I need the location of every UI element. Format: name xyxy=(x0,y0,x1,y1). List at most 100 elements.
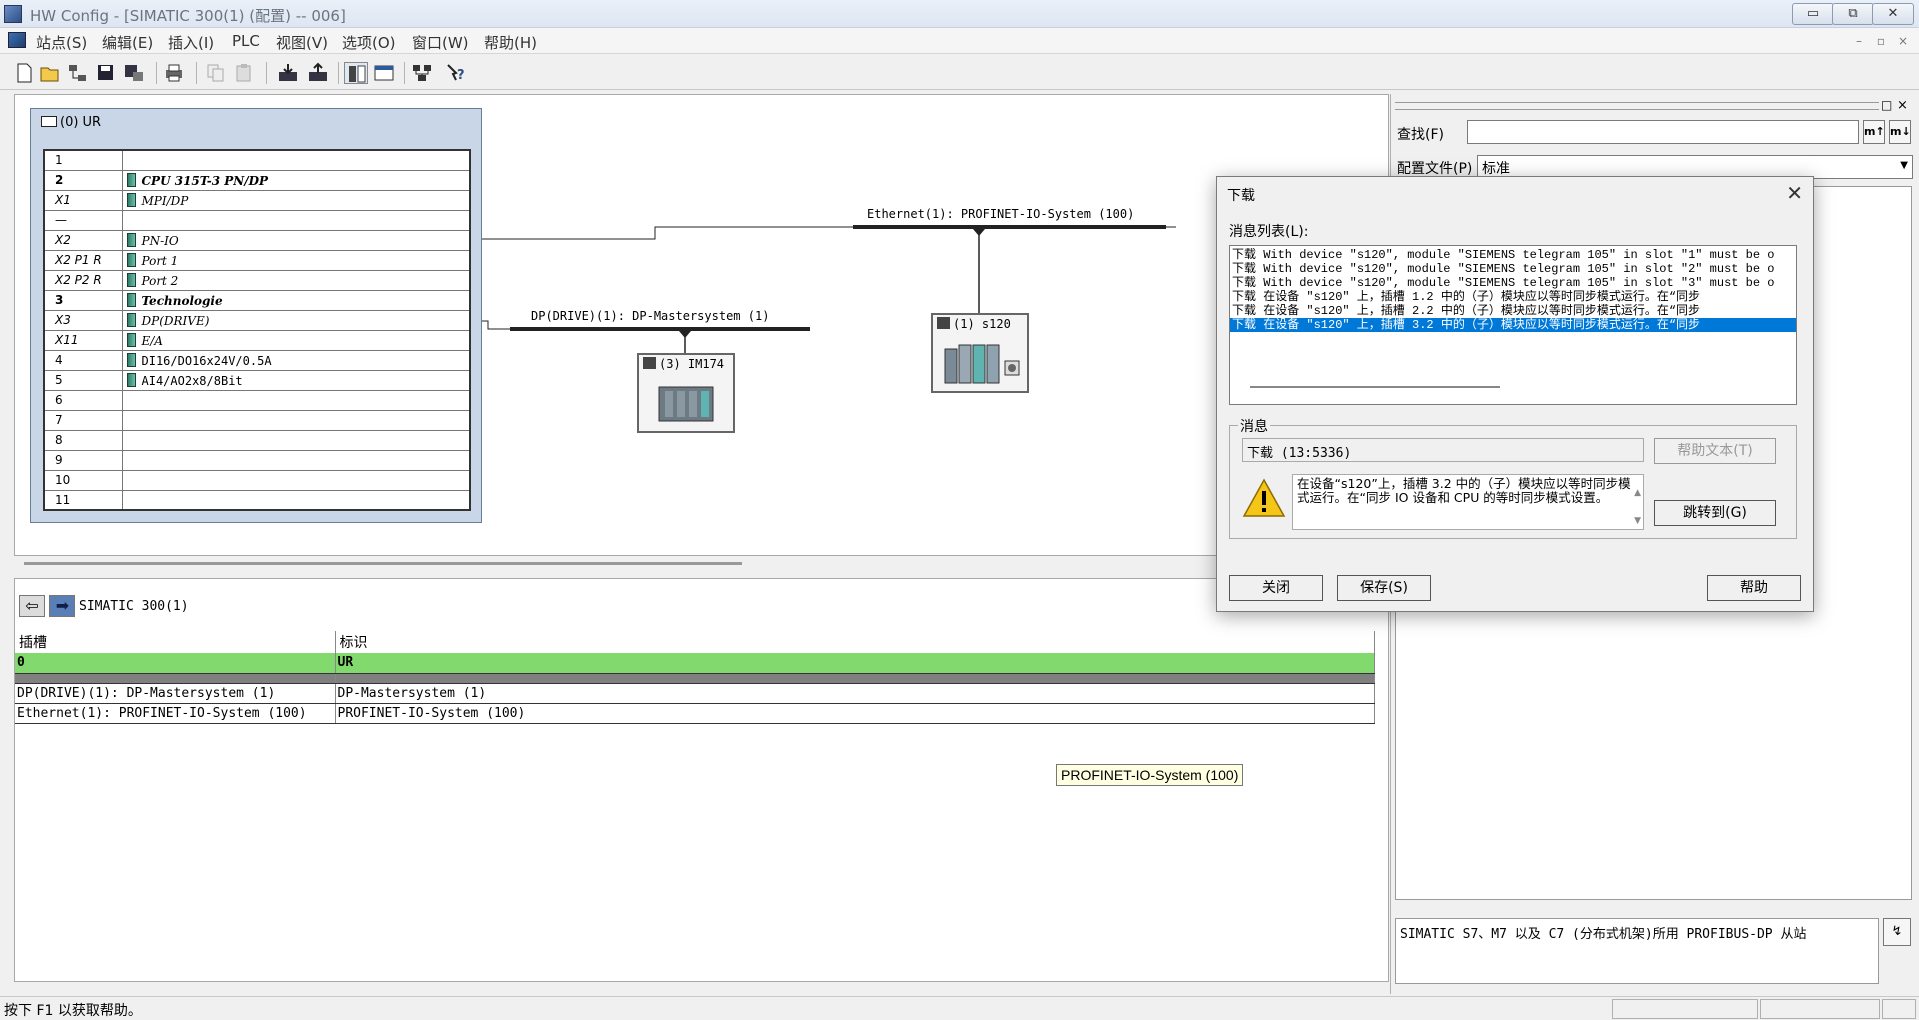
copy-icon[interactable] xyxy=(204,62,228,84)
rack-row[interactable]: X2 PN-IO xyxy=(44,230,470,251)
menu-options[interactable]: 选项(O) xyxy=(342,32,396,53)
rack-module[interactable]: Port 1 xyxy=(122,250,470,271)
station-view-scrollbar[interactable] xyxy=(24,562,742,565)
rack-row[interactable]: 3 Technologie xyxy=(44,290,470,311)
device-s120[interactable]: (1) s120 xyxy=(931,313,1029,393)
rack-module[interactable]: MPI/DP xyxy=(122,190,470,211)
close-button[interactable]: 关闭 xyxy=(1229,575,1323,601)
help-text-button[interactable]: 帮助文本(T) xyxy=(1654,438,1776,464)
menu-window[interactable]: 窗口(W) xyxy=(412,32,469,53)
rack-module[interactable] xyxy=(122,450,470,471)
save-button[interactable]: 保存(S) xyxy=(1337,575,1431,601)
open-icon[interactable] xyxy=(38,62,62,84)
close-window-button[interactable]: ✕ xyxy=(1872,3,1914,25)
list-item[interactable]: 下载 With device "s120", module "SIEMENS t… xyxy=(1230,276,1796,290)
rack-module[interactable] xyxy=(122,150,470,171)
menu-plc[interactable]: PLC xyxy=(232,32,260,50)
rack-module[interactable]: Port 2 xyxy=(122,270,470,291)
rack-row[interactable]: 7 xyxy=(44,410,470,431)
rack-module[interactable]: CPU 315T-3 PN/DP xyxy=(122,170,470,191)
find-input[interactable] xyxy=(1467,120,1859,144)
rack-row[interactable]: X1 MPI/DP xyxy=(44,190,470,211)
upload-icon[interactable] xyxy=(306,62,330,84)
menu-edit[interactable]: 编辑(E) xyxy=(102,32,153,53)
panel-grip[interactable] xyxy=(1395,102,1879,110)
rack-row[interactable]: 5 AI4/AO2x8/8Bit xyxy=(44,370,470,391)
rack-module[interactable]: E/A xyxy=(122,330,470,351)
help-icon[interactable]: ? xyxy=(444,62,468,84)
window-icon[interactable] xyxy=(372,62,396,84)
rack-ur[interactable]: (0) UR 1 2 CPU 315T-3 PN/DP X1 MPI/DP — X2 PN-I… xyxy=(30,108,482,523)
dp-bus-label[interactable]: DP(DRIVE)(1): DP-Mastersystem (1) xyxy=(531,309,769,323)
pin-icon[interactable]: □ xyxy=(1881,98,1892,112)
menu-view[interactable]: 视图(V) xyxy=(276,32,328,53)
download-icon[interactable] xyxy=(276,62,300,84)
table-row[interactable]: 0 UR xyxy=(15,653,1375,674)
menu-help[interactable]: 帮助(H) xyxy=(484,32,537,53)
rack-row[interactable]: — xyxy=(44,210,470,231)
chevron-down-icon[interactable]: ▼ xyxy=(1900,160,1908,171)
mdi-close-button[interactable]: × xyxy=(1894,34,1912,48)
find-up-button[interactable]: m↑ xyxy=(1863,120,1885,144)
menu-station[interactable]: 站点(S) xyxy=(36,32,87,53)
rack-row[interactable]: 9 xyxy=(44,450,470,471)
station-view[interactable]: (0) UR 1 2 CPU 315T-3 PN/DP X1 MPI/DP — X2 PN-I… xyxy=(14,94,1389,556)
rack-row[interactable]: 1 xyxy=(44,150,470,171)
rack-module[interactable] xyxy=(122,430,470,451)
forward-arrow-icon[interactable]: ➡ xyxy=(49,595,76,617)
rack-slot-table[interactable]: 1 2 CPU 315T-3 PN/DP X1 MPI/DP — X2 PN-IO X2 P1 … xyxy=(43,149,471,511)
ethernet-bus-label[interactable]: Ethernet(1): PROFINET-IO-System (100) xyxy=(867,207,1134,221)
rack-module[interactable] xyxy=(122,490,470,511)
catalog-icon[interactable] xyxy=(344,62,368,84)
rack-module[interactable] xyxy=(122,390,470,411)
network-icon[interactable] xyxy=(66,62,90,84)
print-icon[interactable] xyxy=(162,62,186,84)
device-im174[interactable]: (3) IM174 xyxy=(637,353,735,433)
restore-button[interactable]: ⧉ xyxy=(1832,3,1874,25)
column-header-slot[interactable]: 插槽 xyxy=(15,631,336,653)
paste-icon[interactable] xyxy=(232,62,256,84)
table-row[interactable] xyxy=(15,673,1375,684)
rack-row[interactable]: 2 CPU 315T-3 PN/DP xyxy=(44,170,470,191)
table-row[interactable]: Ethernet(1): PROFINET-IO-System (100) PR… xyxy=(15,703,1375,724)
rack-row[interactable]: 11 xyxy=(44,490,470,511)
rack-module[interactable] xyxy=(122,410,470,431)
rack-module[interactable] xyxy=(122,210,470,231)
close-icon[interactable]: ✕ xyxy=(1786,181,1803,205)
help-button[interactable]: 帮助 xyxy=(1707,575,1801,601)
save-icon[interactable] xyxy=(94,62,118,84)
rack-module[interactable]: PN-IO xyxy=(122,230,470,251)
rack-row[interactable]: 8 xyxy=(44,430,470,451)
network-view-icon[interactable] xyxy=(410,62,434,84)
list-item[interactable]: 下载 With device "s120", module "SIEMENS t… xyxy=(1230,248,1796,262)
rack-row[interactable]: X11 E/A xyxy=(44,330,470,351)
rack-module[interactable]: DI16/DO16x24V/0.5A xyxy=(122,350,470,371)
mdi-minimize-button[interactable]: – xyxy=(1850,34,1868,48)
goto-button[interactable]: 跳转到(G) xyxy=(1654,500,1776,526)
new-icon[interactable] xyxy=(12,62,36,84)
rack-row[interactable]: 6 xyxy=(44,390,470,411)
table-row[interactable]: DP(DRIVE)(1): DP-Mastersystem (1) DP-Mas… xyxy=(15,683,1375,704)
rack-row[interactable]: 10 xyxy=(44,470,470,491)
list-item[interactable]: 下载 With device "s120", module "SIEMENS t… xyxy=(1230,262,1796,276)
list-item[interactable]: 下载 在设备 "s120" 上，插槽 2.2 中的（子）模块应以等时同步模式运行… xyxy=(1230,304,1796,318)
document-icon[interactable] xyxy=(8,32,26,48)
minimize-button[interactable]: ▭ xyxy=(1792,3,1834,25)
catalog-info-button[interactable]: ↯ xyxy=(1883,918,1911,946)
list-item[interactable]: 下载 在设备 "s120" 上，插槽 1.2 中的（子）模块应以等时同步模式运行… xyxy=(1230,290,1796,304)
rack-module[interactable] xyxy=(122,470,470,491)
close-icon[interactable]: × xyxy=(1897,98,1908,113)
find-down-button[interactable]: m↓ xyxy=(1889,120,1911,144)
rack-row[interactable]: 4 DI16/DO16x24V/0.5A xyxy=(44,350,470,371)
rack-module[interactable]: DP(DRIVE) xyxy=(122,310,470,331)
rack-row[interactable]: X2 P1 R Port 1 xyxy=(44,250,470,271)
column-header-id[interactable]: 标识 xyxy=(335,631,1375,653)
rack-module[interactable]: Technologie xyxy=(122,290,470,311)
menu-insert[interactable]: 插入(I) xyxy=(168,32,214,53)
rack-row[interactable]: X2 P2 R Port 2 xyxy=(44,270,470,291)
list-item-selected[interactable]: 下载 在设备 "s120" 上，插槽 3.2 中的（子）模块应以等时同步模式运行… xyxy=(1230,318,1796,332)
save-compile-icon[interactable] xyxy=(122,62,146,84)
app-icon[interactable] xyxy=(4,5,22,23)
message-list[interactable]: 下载 With device "s120", module "SIEMENS t… xyxy=(1229,245,1797,405)
mdi-restore-button[interactable]: ▫ xyxy=(1872,34,1890,48)
